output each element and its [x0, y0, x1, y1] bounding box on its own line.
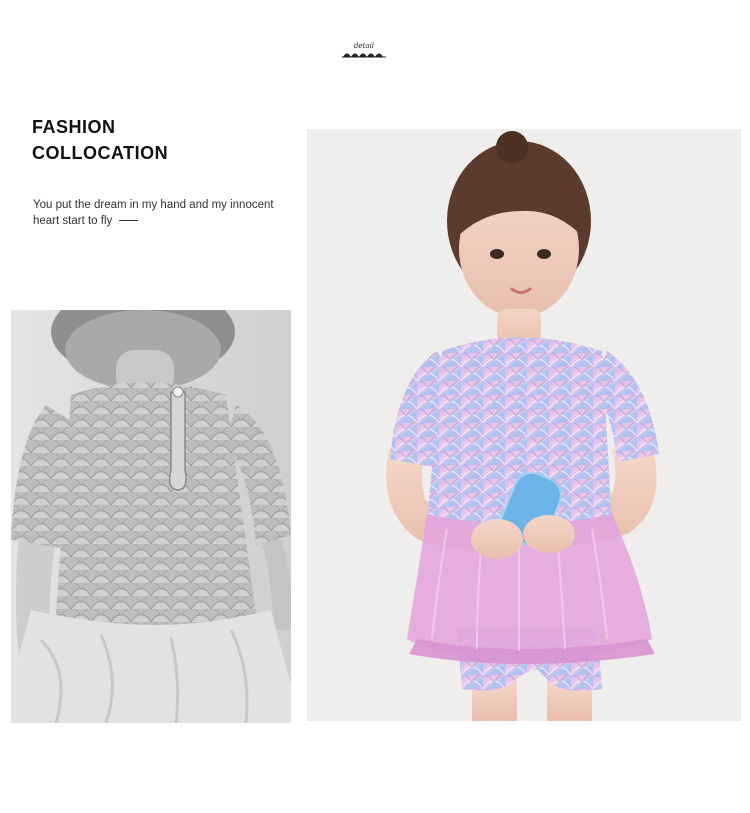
front-view-photo	[307, 129, 741, 721]
detail-ornament: detail	[340, 42, 388, 60]
back-view-photo	[11, 310, 291, 723]
grayscale-back-view-photo	[11, 310, 291, 723]
tagline-text: You put the dream in my hand and my inno…	[33, 199, 274, 227]
section-heading: FASHION COLLOCATION	[32, 114, 168, 166]
scallop-ornament-icon	[342, 53, 386, 58]
tagline-dash	[119, 220, 139, 222]
child-mermaid-swimsuit-photo	[307, 129, 741, 721]
heading-line-2: COLLOCATION	[32, 143, 169, 163]
heading-line-1: FASHION	[32, 117, 116, 137]
tagline: You put the dream in my hand and my inno…	[33, 197, 293, 229]
